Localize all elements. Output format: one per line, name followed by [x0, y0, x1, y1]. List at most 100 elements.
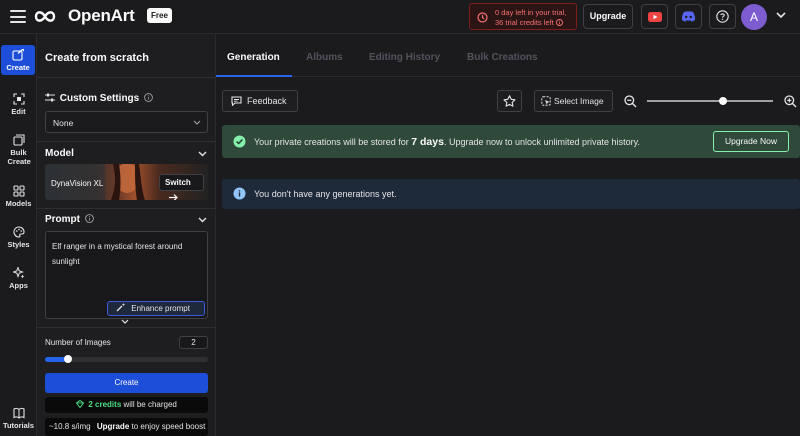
openart-logo-icon[interactable]	[34, 8, 64, 25]
num-images-slider[interactable]	[45, 355, 208, 363]
model-label: Model	[45, 148, 74, 159]
select-image-button[interactable]: Select Image	[534, 90, 613, 112]
zoom-in-icon[interactable]	[784, 95, 797, 108]
num-images-input[interactable]: 2	[179, 336, 208, 349]
create-icon	[12, 49, 24, 61]
nav-item-bulk-create[interactable]: Bulk Create	[0, 134, 37, 166]
apps-icon	[12, 267, 24, 279]
nav-item-models[interactable]: Models	[0, 185, 37, 208]
zoom-slider[interactable]	[647, 97, 773, 105]
switch-label: Switch	[165, 178, 191, 187]
settings-select-value: None	[53, 118, 74, 128]
prompt-label: Prompt	[45, 214, 80, 225]
nav-item-styles[interactable]: Styles	[0, 226, 37, 249]
avatar[interactable]: A	[741, 4, 767, 30]
arrow-right-icon	[169, 193, 178, 200]
nav-label-styles: Styles	[7, 240, 30, 249]
divider	[37, 77, 216, 78]
help-icon	[716, 10, 729, 23]
clock-icon	[477, 12, 488, 23]
num-images-label: Number of Images	[45, 338, 111, 347]
chevron-down-icon[interactable]	[198, 151, 207, 157]
credits-amount: 2 credits	[88, 400, 122, 409]
nav-label-apps: Apps	[9, 281, 28, 290]
favorite-button[interactable]	[497, 90, 522, 112]
chevron-down-icon	[193, 120, 201, 125]
main-content: Generation Albums Editing History Bulk C…	[216, 34, 800, 436]
menu-icon[interactable]	[10, 10, 26, 23]
nav-item-create[interactable]: Create	[1, 45, 35, 75]
nav-item-tutorials[interactable]: Tutorials	[0, 407, 37, 430]
tab-albums[interactable]: Albums	[306, 52, 343, 63]
active-tab-indicator	[216, 75, 292, 77]
feedback-icon	[231, 96, 242, 106]
nav-label-models: Models	[5, 199, 32, 208]
private-storage-banner: Your private creations will be stored fo…	[222, 125, 800, 158]
discord-button[interactable]	[675, 4, 702, 29]
settings-select[interactable]: None	[45, 111, 208, 133]
plan-badge: Free	[147, 8, 172, 23]
star-icon	[503, 95, 516, 107]
tab-generation[interactable]: Generation	[227, 52, 280, 63]
feedback-label: Feedback	[247, 96, 287, 106]
slider-handle[interactable]	[63, 355, 72, 363]
youtube-button[interactable]	[641, 4, 668, 29]
nav-item-edit[interactable]: Edit	[0, 93, 37, 116]
nav-label-tutorials: Tutorials	[2, 421, 35, 430]
banner-prefix: Your private creations will be stored fo…	[254, 137, 409, 147]
styles-icon	[12, 226, 25, 238]
switch-model-button[interactable]: Switch	[159, 174, 204, 200]
zoom-out-icon[interactable]	[624, 95, 637, 108]
speed-notice: ~10.8 s/img Upgrade to enjoy speed boost	[45, 418, 208, 436]
sliders-icon	[45, 93, 55, 102]
info-icon	[555, 19, 563, 26]
empty-state-banner: You don't have any generations yet.	[222, 179, 800, 209]
nav-label-edit: Edit	[11, 107, 26, 116]
empty-state-message: You don't have any generations yet.	[254, 189, 397, 199]
left-nav: Create Edit Bulk Create Models Styles Ap…	[0, 34, 37, 436]
tab-editing-history[interactable]: Editing History	[369, 52, 440, 63]
banner-suffix: . Upgrade now to unlock unlimited privat…	[443, 137, 640, 147]
info-icon	[84, 214, 94, 223]
tab-bulk-creations[interactable]: Bulk Creations	[467, 52, 538, 63]
credits-suffix: will be charged	[123, 400, 177, 409]
speed-upgrade-link[interactable]: Upgrade	[97, 422, 129, 431]
tutorials-icon	[12, 407, 25, 419]
prompt-header: Prompt	[45, 214, 94, 225]
prompt-text: Elf ranger in a mystical forest around s…	[52, 242, 183, 266]
feedback-button[interactable]: Feedback	[222, 90, 298, 112]
banner-message: Your private creations will be stored fo…	[254, 136, 640, 148]
discord-icon	[681, 11, 696, 22]
diamond-icon	[75, 399, 85, 409]
info-icon	[233, 187, 246, 200]
chevron-down-icon[interactable]	[198, 217, 207, 223]
trial-status[interactable]: 0 day left in your trial, 36 trial credi…	[469, 3, 577, 30]
create-panel: Create from scratch Custom Settings None…	[37, 34, 216, 436]
model-card[interactable]: DynaVision XL Switch	[45, 164, 208, 200]
chevron-down-icon[interactable]	[776, 12, 786, 19]
help-button[interactable]	[709, 4, 736, 29]
upgrade-now-button[interactable]: Upgrade Now	[713, 131, 789, 152]
divider	[37, 208, 216, 209]
bulk-create-icon	[12, 134, 25, 146]
enhance-prompt-button[interactable]: Enhance prompt	[107, 301, 205, 324]
select-icon	[541, 96, 551, 106]
trial-credits-label: 36 trial credits left	[495, 18, 554, 27]
nav-item-apps[interactable]: Apps	[0, 267, 37, 290]
divider	[37, 141, 216, 142]
upgrade-button[interactable]: Upgrade	[583, 4, 633, 29]
edit-icon	[12, 93, 25, 105]
prompt-textarea[interactable]: Elf ranger in a mystical forest around s…	[45, 231, 208, 324]
zoom-slider-handle[interactable]	[718, 97, 727, 105]
divider	[37, 327, 216, 328]
magic-wand-icon	[116, 303, 126, 312]
chevron-down-icon	[121, 319, 129, 324]
tab-bar: Generation Albums Editing History Bulk C…	[216, 34, 800, 77]
select-image-label: Select Image	[554, 96, 604, 106]
create-button[interactable]: Create	[45, 373, 208, 393]
trial-days-text: 0 day left in your trial,	[495, 8, 567, 17]
brand-name[interactable]: OpenArt	[68, 6, 135, 26]
credits-notice: 2 credits will be charged	[45, 397, 208, 413]
banner-days: 7 days	[411, 136, 444, 148]
custom-settings-header[interactable]: Custom Settings	[45, 93, 153, 104]
